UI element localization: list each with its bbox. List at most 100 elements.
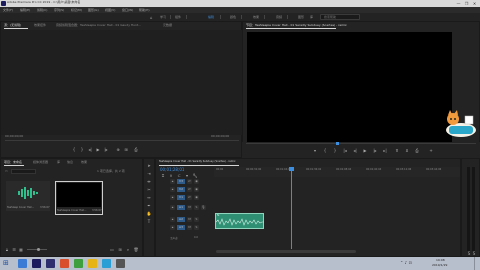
time-ruler[interactable]: 00;00 00;00;32;00 00;01;04;02 00;01;36;0… (214, 167, 460, 177)
mute-icon[interactable]: M (187, 217, 192, 222)
track-target-a3[interactable]: A3 (177, 225, 185, 230)
windows-start-icon[interactable]: ⊞ (3, 259, 12, 268)
timeline-horizontal-scrollbar[interactable] (216, 250, 356, 253)
track-target-v2[interactable]: V2 (177, 187, 185, 192)
lock-track-icon[interactable]: 🔒︎ (170, 217, 175, 222)
extract-icon[interactable]: ⊻ (404, 148, 410, 153)
playhead-handle[interactable] (289, 167, 294, 171)
insert-sequence-icon[interactable]: ⌗ (160, 173, 166, 178)
maximize-button[interactable]: ❐ (463, 1, 470, 6)
track-select-tool-icon[interactable]: ⇥ (146, 171, 152, 176)
workspace-audio[interactable]: 音频 (276, 13, 282, 21)
workspace-libraries[interactable]: 库 (310, 13, 313, 21)
lift-icon[interactable]: ⊼ (394, 148, 400, 153)
workspace-assembly[interactable]: 组件 (175, 13, 181, 21)
tab-libraries[interactable]: 库 (57, 159, 60, 165)
project-item-sequence[interactable]: TeaSleepie Cover Hall... 3:56:07 (55, 181, 103, 215)
tab-metadata[interactable]: 元数据 (163, 22, 172, 28)
close-button[interactable]: ✕ (471, 1, 478, 6)
linked-selection-icon[interactable]: ⊂ (176, 173, 182, 178)
tab-media-browser[interactable]: 媒体浏览器 (33, 159, 48, 165)
icon-view-icon[interactable]: ▦ (18, 247, 24, 252)
program-playhead[interactable] (336, 142, 339, 145)
add-marker-icon[interactable]: ▾ (184, 173, 190, 178)
clock-time[interactable]: 19:08 (436, 258, 445, 262)
play-icon[interactable]: ▶ (362, 148, 368, 153)
project-item-audio[interactable]: TeaSleep Cover Hall... 3:56:07 (6, 181, 50, 211)
mute-icon[interactable]: M (187, 225, 192, 230)
wrench-icon[interactable]: 🔧︎ (192, 173, 198, 178)
mark-in-icon[interactable]: { (71, 147, 77, 152)
solo-left-button[interactable]: S (467, 251, 471, 256)
lock-track-icon[interactable]: 🔒︎ (170, 225, 175, 230)
tab-audio-clip-mixer[interactable]: 音频剪辑混合器：TeaSleepie Cover Hall - 01 Gaudy… (56, 22, 141, 28)
hand-tool-icon[interactable]: ✋ (146, 211, 152, 216)
type-tool-icon[interactable]: T (146, 219, 152, 224)
track-target-a1[interactable]: A1 (177, 205, 185, 210)
eye-icon[interactable]: ◉ (194, 195, 199, 200)
mic-icon[interactable]: 🎙︎ (201, 205, 206, 210)
overwrite-icon[interactable]: ⊞ (123, 147, 129, 152)
lock-track-icon[interactable]: 🔒︎ (170, 195, 175, 200)
media-encoder-icon[interactable] (46, 259, 55, 268)
sync-lock-icon[interactable]: ⇄ (187, 187, 192, 192)
export-frame-icon[interactable]: ⎙ (414, 148, 420, 153)
sync-lock-icon[interactable]: ⇄ (187, 195, 192, 200)
camera-icon[interactable]: ⎙ (133, 147, 139, 152)
program-scrub-bar[interactable] (246, 143, 476, 144)
app-taskbar-icon[interactable] (60, 259, 69, 268)
workspace-learning[interactable]: 学习 (160, 13, 166, 21)
go-to-out-icon[interactable]: ▸| (382, 148, 388, 153)
new-item-icon[interactable]: ⊞ (117, 247, 123, 252)
home-icon[interactable]: ⌂ (150, 15, 153, 20)
explorer-icon[interactable] (18, 259, 27, 268)
button-editor-icon[interactable]: + (428, 148, 434, 153)
lock-icon[interactable]: 🔒︎ (4, 247, 10, 252)
list-view-icon[interactable]: ☰ (11, 247, 17, 252)
source-timecode[interactable]: 00;00;00;00 (5, 134, 23, 138)
track-target-a2[interactable]: A2 (177, 217, 185, 222)
app-taskbar-icon[interactable] (102, 259, 111, 268)
tab-effect-controls[interactable]: 效果控件 (34, 22, 46, 28)
step-forward-icon[interactable]: |▸ (372, 148, 378, 153)
sync-lock-icon[interactable]: ⇄ (187, 179, 192, 184)
source-scrub-bar[interactable] (5, 140, 239, 141)
mark-out-icon[interactable]: } (79, 147, 85, 152)
app-taskbar-icon[interactable] (88, 259, 97, 268)
go-to-in-icon[interactable]: |◂ (342, 148, 348, 153)
solo-icon[interactable]: S (194, 225, 199, 230)
new-bin-icon[interactable]: ▭ (109, 247, 115, 252)
search-icon[interactable]: ⌕ (125, 247, 131, 252)
clock-date[interactable]: 2019/1/29 (432, 263, 447, 267)
project-search-input[interactable] (11, 169, 36, 174)
tab-effects[interactable]: 效果 (81, 159, 87, 165)
snap-icon[interactable]: ∩ (168, 173, 174, 178)
help-search-input[interactable]: 搜索帮助 (320, 14, 360, 20)
show-desktop-button[interactable] (474, 257, 480, 270)
solo-icon[interactable]: S (194, 205, 199, 210)
insert-icon[interactable]: ⊕ (115, 147, 121, 152)
play-icon[interactable]: ▶ (95, 147, 101, 152)
eye-icon[interactable]: ◉ (194, 187, 199, 192)
pen-tool-icon[interactable]: ✒ (146, 203, 152, 208)
audio-clip-a1[interactable]: fx (215, 213, 264, 229)
eye-icon[interactable]: ◉ (194, 179, 199, 184)
mark-in-icon[interactable]: { (322, 148, 328, 153)
zoom-slider-handle[interactable] (37, 248, 40, 251)
razor-tool-icon[interactable]: ✂ (146, 187, 152, 192)
mute-icon[interactable]: M (187, 205, 192, 210)
solo-right-button[interactable]: S (472, 251, 476, 256)
slip-tool-icon[interactable]: ↔ (146, 195, 152, 200)
step-back-icon[interactable]: ◂| (352, 148, 358, 153)
master-volume[interactable]: 0.0 (194, 236, 198, 239)
workspace-color[interactable]: 颜色 (230, 13, 236, 21)
mark-out-icon[interactable]: } (332, 148, 338, 153)
track-target-v3[interactable]: V3 (177, 179, 185, 184)
add-marker-icon[interactable]: ▾ (312, 148, 318, 153)
ripple-edit-tool-icon[interactable]: ⇹ (146, 179, 152, 184)
app-taskbar-icon[interactable] (74, 259, 83, 268)
track-target-v1[interactable]: V1 (177, 195, 185, 200)
minimize-button[interactable]: — (455, 1, 462, 6)
step-forward-icon[interactable]: |▸ (103, 147, 109, 152)
trash-icon[interactable]: 🗑︎ (133, 247, 139, 252)
